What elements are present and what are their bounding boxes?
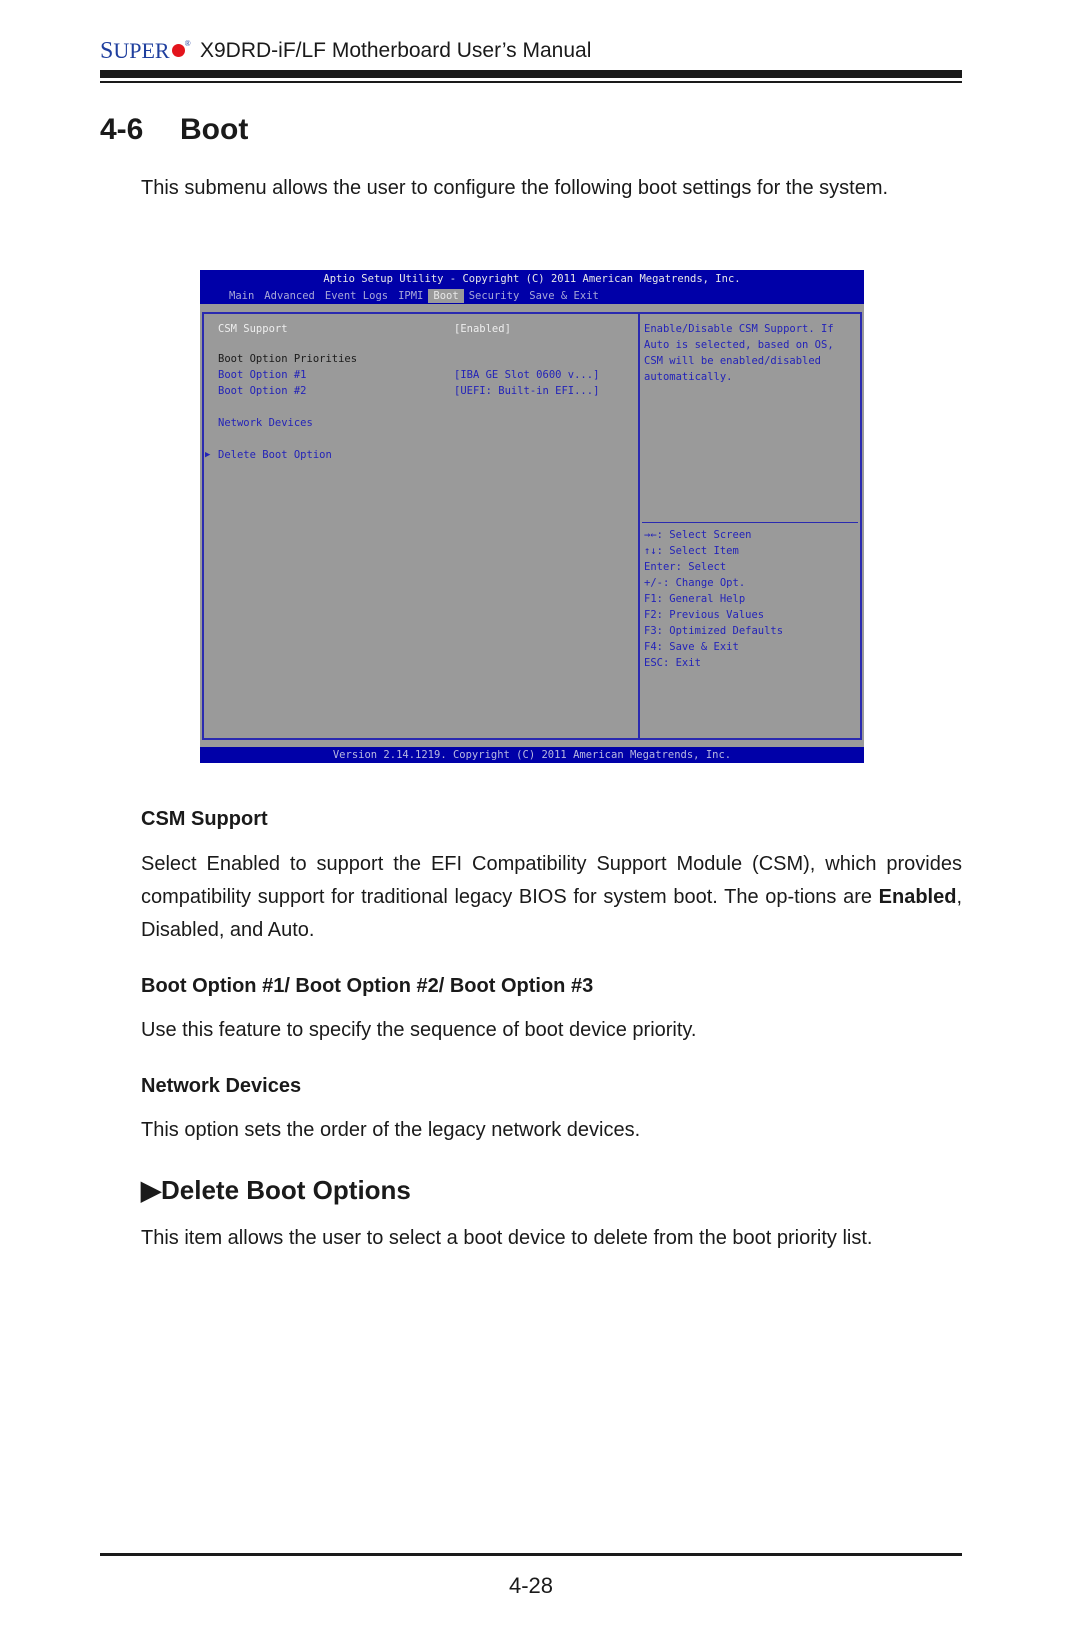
bios-title: Aptio Setup Utility - Copyright (C) 2011… bbox=[323, 273, 741, 285]
header-rule-thick bbox=[100, 70, 962, 78]
delete-boot-options-paragraph: This item allows the user to select a bo… bbox=[141, 1227, 873, 1249]
csm-default-option: Enabled bbox=[878, 886, 957, 908]
section-heading: 4-6 Boot bbox=[100, 113, 248, 147]
bios-key-hint: F2: Previous Values bbox=[644, 609, 765, 621]
boot-option-heading: Boot Option #1/ Boot Option #2/ Boot Opt… bbox=[141, 975, 594, 997]
bios-tab-security[interactable]: Security bbox=[464, 289, 525, 303]
bios-version-bar: Version 2.14.1219. Copyright (C) 2011 Am… bbox=[200, 747, 864, 763]
bios-tab-save-exit[interactable]: Save & Exit bbox=[524, 289, 604, 303]
bios-title-bar: Aptio Setup Utility - Copyright (C) 2011… bbox=[200, 270, 864, 304]
bios-help-divider bbox=[642, 522, 858, 523]
section-title: Boot bbox=[180, 113, 249, 146]
bios-tab-main[interactable]: Main bbox=[224, 289, 259, 303]
delete-boot-options-heading: ▶Delete Boot Options bbox=[141, 1175, 411, 1206]
bios-key-hint: ESC: Exit bbox=[644, 657, 701, 669]
bios-help-line: CSM will be enabled/disabled bbox=[644, 355, 822, 367]
delete-boot-options-title: Delete Boot Options bbox=[161, 1175, 411, 1205]
bios-item-boot-option-1[interactable]: Boot Option #1 bbox=[218, 368, 307, 382]
intro-paragraph: This submenu allows the user to configur… bbox=[141, 177, 889, 199]
bios-key-hint: F4: Save & Exit bbox=[644, 641, 739, 653]
supermicro-logo: SUPER ® bbox=[100, 38, 191, 65]
bios-value-csm-support[interactable]: [Enabled] bbox=[454, 322, 511, 336]
network-devices-heading: Network Devices bbox=[141, 1075, 302, 1097]
csm-support-paragraph: Select Enabled to support the EFI Compat… bbox=[141, 848, 962, 947]
manual-title: X9DRD-iF/LF Motherboard User’s Manual bbox=[200, 39, 592, 62]
bios-help-line: Auto is selected, based on OS, bbox=[644, 339, 834, 351]
bios-item-csm-support[interactable]: CSM Support bbox=[218, 322, 288, 336]
bios-key-hint: ↑↓: Select Item bbox=[644, 545, 739, 557]
submenu-arrow-icon: ▶ bbox=[205, 450, 211, 460]
bios-key-hint: F1: General Help bbox=[644, 593, 746, 605]
boot-option-paragraph: Use this feature to specify the sequence… bbox=[141, 1019, 697, 1041]
bios-tab-advanced[interactable]: Advanced bbox=[259, 289, 320, 303]
submenu-arrow-icon: ▶ bbox=[141, 1175, 161, 1205]
bios-screenshot: Aptio Setup Utility - Copyright (C) 2011… bbox=[200, 270, 864, 763]
bios-tab-boot[interactable]: Boot bbox=[428, 289, 464, 303]
csm-support-heading: CSM Support bbox=[141, 808, 268, 830]
bios-help-panel: Enable/Disable CSM Support. If Auto is s… bbox=[640, 312, 862, 740]
logo-text-initial: S bbox=[100, 38, 114, 64]
bios-tab-event-logs[interactable]: Event Logs bbox=[320, 289, 393, 303]
logo-text: UPER bbox=[113, 38, 170, 63]
section-number: 4-6 bbox=[100, 113, 144, 146]
page-number: 4-28 bbox=[508, 1573, 554, 1598]
bios-key-hint: +/-: Change Opt. bbox=[644, 577, 746, 589]
bios-key-hint: Enter: Select bbox=[644, 561, 727, 573]
bios-item-network-devices[interactable]: Network Devices bbox=[218, 416, 313, 430]
bios-item-delete-boot-option[interactable]: Delete Boot Option bbox=[218, 448, 332, 462]
bios-key-hint: F3: Optimized Defaults bbox=[644, 625, 784, 637]
bios-value-boot-option-2[interactable]: [UEFI: Built-in EFI...] bbox=[454, 384, 599, 398]
bios-help-line: Enable/Disable CSM Support. If bbox=[644, 323, 834, 335]
bios-help-line: automatically. bbox=[644, 371, 733, 383]
network-devices-paragraph: This option sets the order of the legacy… bbox=[141, 1119, 641, 1141]
bios-value-boot-option-1[interactable]: [IBA GE Slot 0600 v...] bbox=[454, 368, 599, 382]
footer-rule bbox=[100, 1553, 962, 1556]
registered-mark: ® bbox=[184, 39, 191, 48]
bios-tab-ipmi[interactable]: IPMI bbox=[393, 289, 428, 303]
bios-tab-bar: Main Advanced Event Logs IPMI Boot Secur… bbox=[224, 289, 604, 303]
logo-dot-icon bbox=[171, 44, 185, 57]
bios-item-boot-option-2[interactable]: Boot Option #2 bbox=[218, 384, 307, 398]
bios-settings-panel: CSM Support [Enabled] Boot Option Priori… bbox=[202, 312, 640, 740]
csm-text: Select Enabled to support the EFI Compat… bbox=[141, 853, 962, 908]
bios-label-boot-priorities: Boot Option Priorities bbox=[218, 353, 358, 365]
bios-key-hint: →←: Select Screen bbox=[644, 529, 752, 541]
header-rule-thin bbox=[100, 81, 962, 83]
